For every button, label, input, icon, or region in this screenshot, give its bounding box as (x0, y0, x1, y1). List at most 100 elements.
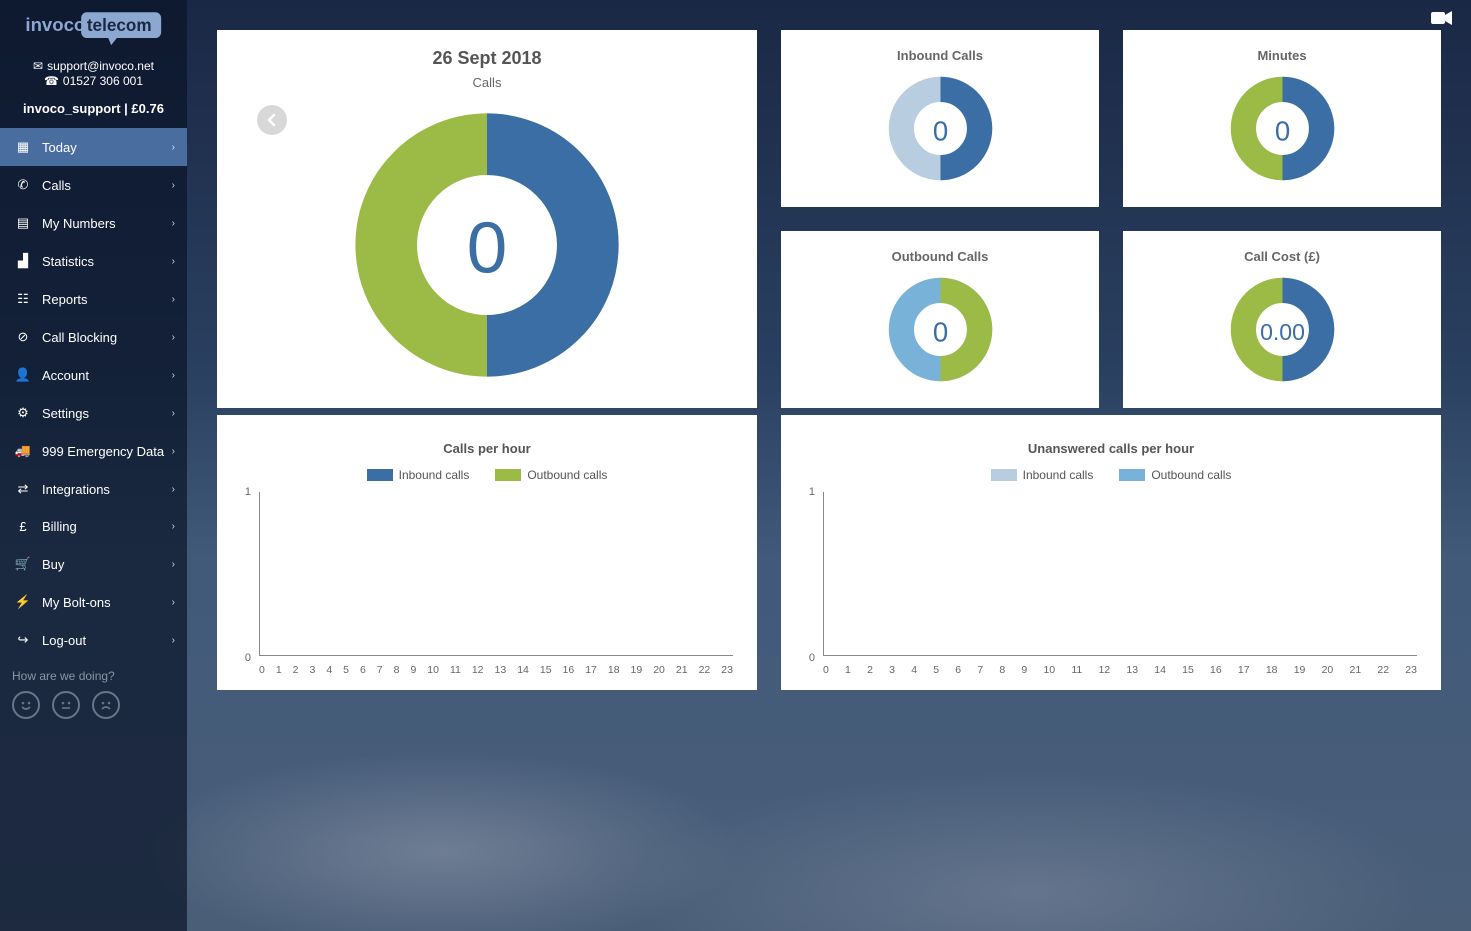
nav-label: Buy (42, 557, 64, 572)
support-phone: 01527 306 001 (63, 74, 143, 88)
svg-text:0: 0 (932, 115, 947, 146)
cost-title: Call Cost (£) (1139, 249, 1425, 264)
chevron-right-icon: › (172, 180, 175, 191)
nav-label: Statistics (42, 254, 94, 269)
chevron-right-icon: › (172, 332, 175, 343)
report-icon: ☷ (14, 291, 32, 307)
chevron-right-icon: › (172, 484, 175, 495)
chevron-right-icon: › (172, 256, 175, 267)
outbound-donut-chart: 0 (883, 272, 998, 387)
calls-per-hour-title: Calls per hour (231, 441, 743, 456)
nav-label: My Bolt-ons (42, 595, 111, 610)
pound-icon: £ (14, 519, 32, 534)
outbound-calls-card: Outbound Calls 0 (781, 231, 1099, 408)
shuffle-icon: ⇄ (14, 481, 32, 497)
phone-icon: ☎ (44, 74, 59, 88)
chevron-right-icon: › (172, 142, 175, 153)
nav-menu: ▦ Today › ✆ Calls › ▤ My Numbers › ▟ Statistics › ☷ R… (0, 128, 187, 659)
nav-label: My Numbers (42, 216, 116, 231)
phone-icon: ✆ (14, 177, 32, 193)
nav-item-reports[interactable]: ☷ Reports › (0, 280, 187, 318)
chevron-right-icon: › (172, 559, 175, 570)
nav-item-call-blocking[interactable]: ⊘ Call Blocking › (0, 318, 187, 356)
file-icon: ▤ (14, 215, 32, 231)
chart-icon: ▟ (14, 253, 32, 269)
face-neutral-icon[interactable] (52, 691, 80, 719)
minutes-title: Minutes (1139, 48, 1425, 63)
cost-donut-chart: 0.00 (1225, 272, 1340, 387)
nav-label: Account (42, 368, 89, 383)
user-balance: invoco_support | £0.76 (0, 95, 187, 128)
svg-text:0: 0 (467, 208, 507, 289)
nav-label: Log-out (42, 633, 86, 648)
svg-text:0.00: 0.00 (1260, 319, 1305, 345)
nav-item-statistics[interactable]: ▟ Statistics › (0, 242, 187, 280)
svg-text:0: 0 (1274, 115, 1289, 146)
chevron-right-icon: › (172, 294, 175, 305)
sidebar: invoco telecom ✉ support@invoco.net ☎ 0152… (0, 0, 187, 931)
feedback-block: How are we doing? (0, 659, 187, 729)
inbound-title: Inbound Calls (797, 48, 1083, 63)
truck-icon: 🚚 (14, 443, 32, 459)
main-calls-card: 26 Sept 2018 Calls 0 (217, 30, 757, 408)
calls-per-hour-chart: 10 0123456789101112131415161718192021222… (251, 492, 733, 672)
minutes-card: Minutes 0 (1123, 30, 1441, 207)
nav-item-calls[interactable]: ✆ Calls › (0, 166, 187, 204)
nav-item-buy[interactable]: 🛒 Buy › (0, 545, 187, 583)
nav-item-billing[interactable]: £ Billing › (0, 508, 187, 545)
nav-label: 999 Emergency Data (42, 444, 164, 459)
chevron-right-icon: › (172, 446, 175, 457)
logout-icon: ↪ (14, 632, 32, 648)
nav-label: Integrations (42, 482, 110, 497)
unanswered-per-hour-chart: 10 0123456789101112131415161718192021222… (815, 492, 1417, 672)
nav-label: Reports (42, 292, 88, 307)
cogs-icon: ⚙ (14, 405, 32, 421)
nav-item-log-out[interactable]: ↪ Log-out › (0, 621, 187, 659)
face-happy-icon[interactable] (12, 691, 40, 719)
nav-label: Call Blocking (42, 330, 117, 345)
bolt-icon: ⚡ (14, 594, 32, 610)
nav-item-settings[interactable]: ⚙ Settings › (0, 394, 187, 432)
nav-item-my-numbers[interactable]: ▤ My Numbers › (0, 204, 187, 242)
svg-text:0: 0 (932, 316, 947, 347)
chevron-right-icon: › (172, 408, 175, 419)
chevron-right-icon: › (172, 597, 175, 608)
chevron-right-icon: › (172, 635, 175, 646)
nav-label: Calls (42, 178, 71, 193)
inbound-calls-card: Inbound Calls 0 (781, 30, 1099, 207)
nav-item-999-emergency-data[interactable]: 🚚 999 Emergency Data › (0, 432, 187, 470)
chevron-right-icon: › (172, 370, 175, 381)
unanswered-legend: Inbound calls Outbound calls (795, 468, 1427, 482)
svg-text:invoco: invoco (25, 14, 85, 35)
block-icon: ⊘ (14, 329, 32, 345)
chevron-right-icon: › (172, 218, 175, 229)
calendar-icon: ▦ (14, 139, 32, 155)
nav-item-my-bolt-ons[interactable]: ⚡ My Bolt-ons › (0, 583, 187, 621)
inbound-donut-chart: 0 (883, 71, 998, 186)
nav-item-account[interactable]: 👤 Account › (0, 356, 187, 394)
calls-legend: Inbound calls Outbound calls (231, 468, 743, 482)
call-cost-card: Call Cost (£) 0.00 (1123, 231, 1441, 408)
cart-icon: 🛒 (14, 556, 32, 572)
nav-item-today[interactable]: ▦ Today › (0, 128, 187, 166)
nav-item-integrations[interactable]: ⇄ Integrations › (0, 470, 187, 508)
back-arrow-button[interactable] (257, 105, 287, 135)
calls-per-hour-card: Calls per hour Inbound calls Outbound ca… (217, 415, 757, 690)
nav-label: Today (42, 140, 77, 155)
face-sad-icon[interactable] (92, 691, 120, 719)
logo: invoco telecom (0, 0, 187, 52)
contact-info: ✉ support@invoco.net ☎ 01527 306 001 (0, 52, 187, 95)
support-email: support@invoco.net (47, 59, 154, 73)
main-donut-chart: 0 (347, 105, 627, 385)
unanswered-per-hour-card: Unanswered calls per hour Inbound calls … (781, 415, 1441, 690)
envelope-icon: ✉ (33, 59, 43, 73)
svg-text:telecom: telecom (86, 15, 151, 35)
nav-label: Billing (42, 519, 77, 534)
main-date: 26 Sept 2018 (233, 48, 741, 69)
nav-label: Settings (42, 406, 89, 421)
chevron-right-icon: › (172, 521, 175, 532)
user-icon: 👤 (14, 367, 32, 383)
feedback-prompt: How are we doing? (12, 669, 175, 683)
unanswered-title: Unanswered calls per hour (795, 441, 1427, 456)
outbound-title: Outbound Calls (797, 249, 1083, 264)
